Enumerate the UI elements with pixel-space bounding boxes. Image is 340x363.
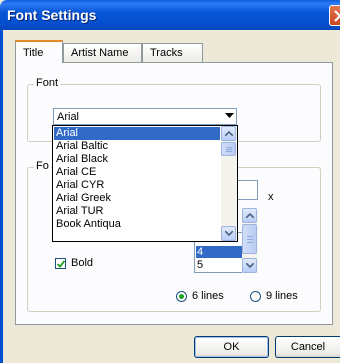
tab-artist-name[interactable]: Artist Name (63, 43, 142, 62)
list-item[interactable]: Arial CE (54, 166, 220, 179)
chevron-down-icon[interactable] (225, 113, 234, 119)
bold-checkbox[interactable] (55, 258, 66, 269)
cancel-button[interactable]: Cancel (275, 336, 340, 358)
list-item[interactable]: Arial (54, 127, 220, 140)
size-listbox-scrollbar[interactable] (242, 208, 258, 273)
list-item[interactable]: 5 (196, 259, 242, 271)
bold-label: Bold (71, 257, 94, 269)
close-button[interactable] (329, 5, 340, 26)
close-icon (334, 10, 340, 22)
window-frame-left (0, 30, 3, 363)
list-item[interactable]: Arial Greek (54, 192, 220, 205)
radio-6-lines[interactable] (176, 291, 187, 302)
radio-dot (179, 294, 184, 299)
chevron-down-icon (246, 263, 254, 268)
title-bar: Font Settings (0, 0, 340, 30)
ok-button[interactable]: OK (194, 336, 269, 358)
chevron-up-icon (225, 131, 233, 136)
chevron-down-icon (225, 231, 233, 236)
font-style-group-label: Fo (34, 160, 51, 172)
dropdown-scrollbar[interactable] (221, 126, 237, 241)
scroll-thumb[interactable] (221, 142, 236, 156)
tab-tracks[interactable]: Tracks (142, 43, 203, 62)
font-dropdown-list[interactable]: Arial Arial Baltic Arial Black Arial CE … (52, 125, 238, 242)
list-item[interactable]: Arial Black (54, 153, 220, 166)
radio-9-lines[interactable] (250, 291, 261, 302)
tab-title[interactable]: Title (15, 40, 63, 63)
scroll-down-button[interactable] (221, 226, 236, 241)
tab-title-label: Title (23, 47, 44, 59)
list-item[interactable]: Arial CYR (54, 179, 220, 192)
chevron-up-icon (246, 213, 254, 218)
scroll-down-button[interactable] (242, 258, 257, 273)
font-group-label: Font (34, 77, 61, 89)
font-combo-box[interactable]: Arial (53, 108, 237, 125)
font-combo-value: Arial (57, 111, 80, 123)
list-item[interactable]: Arial Baltic (54, 140, 220, 153)
window-title: Font Settings (7, 7, 97, 23)
scroll-up-button[interactable] (242, 208, 257, 223)
radio-6-lines-label: 6 lines (192, 290, 224, 302)
list-item[interactable]: Book Antiqua (54, 218, 220, 231)
scroll-thumb[interactable] (242, 224, 257, 254)
scroll-up-button[interactable] (221, 126, 236, 141)
checkmark-icon (57, 260, 65, 268)
tab-tracks-label: Tracks (150, 47, 183, 59)
radio-9-lines-label: 9 lines (266, 290, 298, 302)
list-item[interactable]: 4 (196, 246, 242, 258)
tab-artist-name-label: Artist Name (71, 47, 129, 59)
x-label: x (268, 191, 274, 203)
list-item[interactable]: Arial TUR (54, 205, 220, 218)
